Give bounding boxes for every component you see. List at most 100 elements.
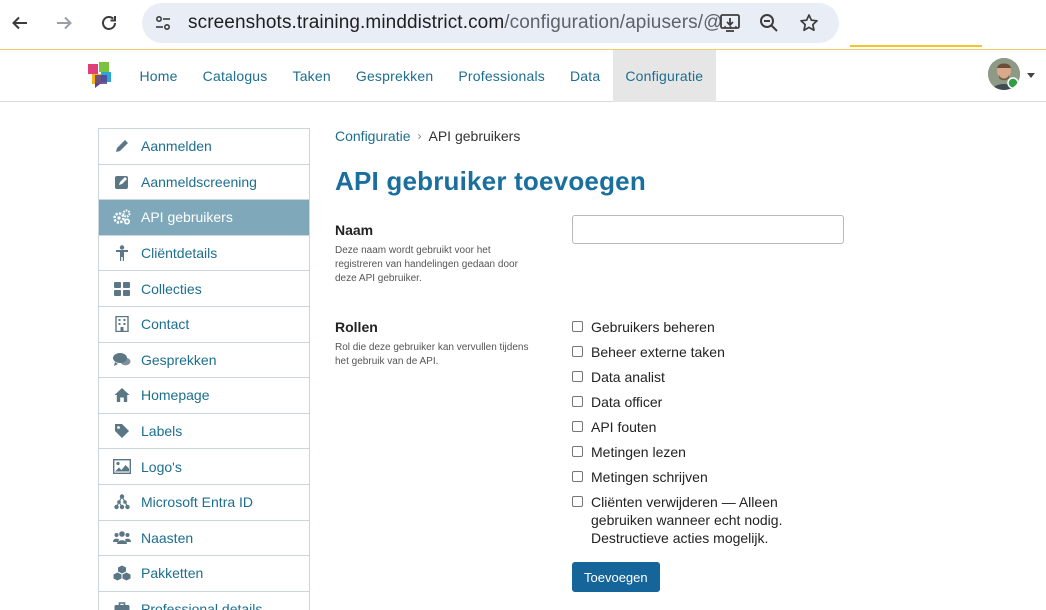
sidebar-item-pakketten[interactable]: Pakketten	[99, 556, 309, 592]
role-option-label: Beheer externe taken	[591, 344, 725, 360]
cubes-icon	[113, 564, 131, 582]
arrow-right-icon	[57, 16, 72, 30]
sidebar-item-label: API gebruikers	[141, 209, 233, 226]
sidebar-item-label: Naasten	[141, 529, 194, 546]
sidebar-item-logos[interactable]: Logo's	[99, 449, 309, 485]
nav-professionals[interactable]: Professionals	[446, 50, 558, 102]
sidebar-item-label: Aanmeldscreening	[141, 173, 257, 190]
back-button[interactable]	[6, 9, 34, 37]
name-help-text: Deze naam wordt gebruikt voor het regist…	[335, 245, 518, 284]
url-path: /configuration/apiusers/@...	[504, 12, 739, 33]
minddistrict-logo[interactable]	[87, 61, 112, 89]
sidebar-item-naasten[interactable]: Naasten	[99, 520, 309, 557]
star-icon	[800, 14, 818, 32]
nav-gesprekken[interactable]: Gesprekken	[343, 50, 445, 102]
chevron-down-icon[interactable]	[1027, 73, 1035, 78]
sidebar-item-label: Collecties	[141, 280, 202, 297]
cogs-icon	[113, 208, 131, 226]
chat-icon	[113, 351, 131, 369]
sidebar-item-gesprekken[interactable]: Gesprekken	[99, 342, 309, 379]
tag-icon	[113, 422, 131, 440]
sidebar-item-label: Cliëntdetails	[141, 245, 218, 262]
checkbox[interactable]	[572, 371, 583, 382]
sidebar-item-label: Pakketten	[141, 565, 204, 582]
sidebar-item-microsoft-entra-id[interactable]: Microsoft Entra ID	[99, 484, 309, 521]
url-text[interactable]: screenshots.training.minddistrict.com/co…	[188, 12, 739, 34]
nav-data[interactable]: Data	[558, 50, 613, 102]
sidebar-item-aanmeldscreening[interactable]: Aanmeldscreening	[99, 164, 309, 201]
breadcrumb-link-configuratie[interactable]: Configuratie	[335, 128, 411, 144]
role-option-label: Metingen lezen	[591, 444, 686, 460]
sidebar-item-api-gebruikers[interactable]: API gebruikers	[99, 200, 309, 236]
role-option[interactable]: Metingen lezen	[572, 443, 842, 461]
role-option[interactable]: API fouten	[572, 418, 842, 436]
users-icon	[113, 529, 131, 547]
role-option-label: Data officer	[591, 394, 663, 410]
site-settings-icon[interactable]	[152, 12, 174, 34]
sidebar-item-homepage[interactable]: Homepage	[99, 378, 309, 414]
reload-button[interactable]	[95, 9, 123, 37]
sidebar-item-label: Aanmelden	[141, 138, 212, 155]
role-option[interactable]: Data analist	[572, 368, 842, 386]
role-option[interactable]: Gebruikers beheren	[572, 318, 842, 336]
grid-icon	[113, 280, 131, 298]
name-input[interactable]	[572, 215, 844, 244]
sidebar-item-label: Gesprekken	[141, 351, 217, 368]
bookmark-button[interactable]	[795, 9, 823, 37]
app-header: Home Catalogus Taken Gesprekken Professi…	[0, 50, 1046, 102]
checkbox[interactable]	[572, 446, 583, 457]
reload-icon	[102, 16, 116, 30]
install-app-button[interactable]	[716, 9, 744, 37]
forward-button[interactable]	[50, 9, 78, 37]
sidebar-item-collecties[interactable]: Collecties	[99, 271, 309, 307]
checkbox[interactable]	[572, 496, 583, 507]
sidebar-item-label: Microsoft Entra ID	[141, 494, 254, 511]
zoom-button[interactable]	[755, 9, 783, 37]
building-icon	[113, 315, 131, 333]
browser-toolbar: screenshots.training.minddistrict.com/co…	[0, 0, 1046, 50]
role-option[interactable]: Data officer	[572, 393, 842, 411]
role-option-label: Cliënten verwijderen — Alleen gebruiken …	[591, 494, 783, 546]
sidebar-item-clientdetails[interactable]: Cliëntdetails	[99, 235, 309, 272]
image-icon	[113, 458, 131, 476]
checkbox[interactable]	[572, 321, 583, 332]
extension-indicator	[850, 45, 982, 47]
role-option[interactable]: Beheer externe taken	[572, 343, 842, 361]
sidebar-item-label: Contact	[141, 316, 190, 333]
role-option-label: Data analist	[591, 369, 665, 385]
role-option[interactable]: Metingen schrijven	[572, 468, 842, 486]
checkbox[interactable]	[572, 396, 583, 407]
nav-catalogus[interactable]: Catalogus	[190, 50, 280, 102]
role-option-label: Gebruikers beheren	[591, 319, 715, 335]
role-option-label: API fouten	[591, 419, 657, 435]
toevoegen-button[interactable]: Toevoegen	[572, 562, 660, 592]
edit-icon	[113, 173, 131, 191]
sidebar-item-label: Logo's	[141, 458, 182, 475]
sidebar-item-aanmelden[interactable]: Aanmelden	[99, 129, 309, 165]
url-host: screenshots.training.minddistrict.com	[188, 12, 505, 33]
nav-taken[interactable]: Taken	[280, 50, 343, 102]
nav-home[interactable]: Home	[127, 50, 190, 102]
arrow-left-icon	[12, 16, 27, 30]
roles-checkbox-list: Gebruikers beheren Beheer externe taken …	[572, 318, 842, 554]
breadcrumb-current: API gebruikers	[428, 128, 521, 144]
checkbox[interactable]	[572, 471, 583, 482]
roles-label: Rollen	[335, 319, 378, 335]
pencil-icon	[113, 137, 131, 155]
checkbox[interactable]	[572, 346, 583, 357]
roles-help-text: Rol die deze gebruiker kan vervullen tij…	[335, 342, 529, 367]
sidebar-item-label: Labels	[141, 423, 183, 440]
role-option[interactable]: Cliënten verwijderen — Alleen gebruiken …	[572, 493, 842, 547]
user-avatar[interactable]	[988, 58, 1020, 90]
checkbox[interactable]	[572, 421, 583, 432]
main-navigation: Home Catalogus Taken Gesprekken Professi…	[127, 50, 716, 102]
name-label: Naam	[335, 222, 374, 238]
page-title: API gebruiker toevoegen	[335, 166, 646, 196]
config-sidebar: Aanmelden Aanmeldscreening API gebruiker…	[98, 128, 310, 610]
nav-configuratie[interactable]: Configuratie	[612, 50, 716, 102]
breadcrumb: Configuratie › API gebruikers	[335, 128, 520, 144]
sidebar-item-professional-details[interactable]: Professional details	[99, 591, 309, 610]
sidebar-item-label: Homepage	[141, 387, 210, 404]
sidebar-item-contact[interactable]: Contact	[99, 306, 309, 343]
sidebar-item-labels[interactable]: Labels	[99, 413, 309, 450]
